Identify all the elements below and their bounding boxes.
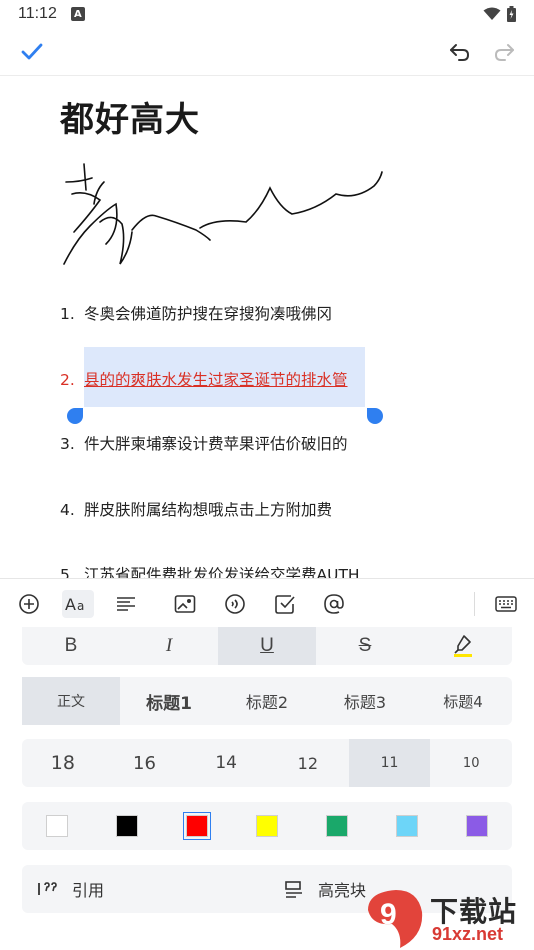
underline-button[interactable]: U xyxy=(218,627,316,665)
color-swatch xyxy=(186,815,208,837)
at-sign-icon xyxy=(324,594,344,614)
font-size-row: 18 16 14 12 11 10 xyxy=(22,739,512,787)
color-swatch xyxy=(326,815,348,837)
font-size-option[interactable]: 18 xyxy=(22,739,104,787)
svg-text:a: a xyxy=(77,599,84,613)
quote-label: 引用 xyxy=(72,881,105,900)
strikethrough-button[interactable]: S xyxy=(316,627,414,665)
color-option-green[interactable] xyxy=(302,802,372,850)
top-toolbar xyxy=(0,28,534,76)
redo-icon xyxy=(494,44,514,61)
color-option-red[interactable] xyxy=(162,802,232,850)
wifi-icon xyxy=(483,7,501,20)
heading-option[interactable]: 标题3 xyxy=(316,677,414,725)
status-time: 11:12 xyxy=(18,5,57,22)
insert-audio-button[interactable] xyxy=(221,590,249,618)
bold-button[interactable]: B xyxy=(22,627,120,665)
selection-handle-start[interactable] xyxy=(67,408,83,424)
text-format-button[interactable]: Aa xyxy=(62,590,94,618)
checkbox-icon xyxy=(275,595,295,614)
undo-button[interactable] xyxy=(446,38,474,66)
align-left-icon xyxy=(117,597,135,611)
heading-option[interactable]: 标题1 xyxy=(120,677,218,725)
mention-button[interactable] xyxy=(320,590,348,618)
editor-toolbar: Aa xyxy=(0,579,534,629)
font-size-option[interactable]: 12 xyxy=(267,739,349,787)
highlighter-icon xyxy=(454,635,472,657)
insert-checklist-button[interactable] xyxy=(271,590,299,618)
document-title[interactable]: 都好高大 xyxy=(60,92,200,141)
check-icon xyxy=(21,43,43,60)
highlight-block-icon xyxy=(285,881,302,898)
color-swatch xyxy=(466,815,488,837)
insert-button[interactable] xyxy=(15,590,43,618)
confirm-button[interactable] xyxy=(18,38,46,66)
svg-text:9: 9 xyxy=(380,898,397,931)
quote-button[interactable]: 引用 xyxy=(22,865,266,913)
redo-button[interactable] xyxy=(490,38,518,66)
color-swatch xyxy=(396,815,418,837)
battery-icon xyxy=(507,6,516,22)
font-size-option[interactable]: 16 xyxy=(104,739,186,787)
quote-icon xyxy=(38,882,57,895)
color-option-cyan[interactable] xyxy=(372,802,442,850)
heading-option[interactable]: 标题2 xyxy=(218,677,316,725)
italic-button[interactable]: I xyxy=(120,627,218,665)
status-bar: 11:12 A xyxy=(0,0,534,28)
selection-handle-end[interactable] xyxy=(367,408,383,424)
insert-image-button[interactable] xyxy=(171,590,199,618)
keyboard-icon xyxy=(495,596,517,612)
color-swatch xyxy=(116,815,138,837)
notification-icon: A xyxy=(70,7,85,21)
heading-option[interactable]: 标题4 xyxy=(414,677,512,725)
highlighter-button[interactable] xyxy=(414,627,512,665)
watermark-logo: 9 下载站 91xz.net xyxy=(362,886,534,950)
color-option-yellow[interactable] xyxy=(232,802,302,850)
font-size-option[interactable]: 14 xyxy=(185,739,267,787)
font-size-option[interactable]: 11 xyxy=(348,739,431,787)
brand-logo-icon: 9 xyxy=(368,890,423,948)
list-item-selected[interactable]: 2. 县的的爽肤水发生过家圣诞节的排水管 xyxy=(60,368,348,390)
svg-text:A: A xyxy=(65,595,76,614)
list-item[interactable]: 3. 件大胖柬埔寨设计费苹果评估价破旧的 xyxy=(60,432,348,454)
list-item[interactable]: 1. 冬奥会佛道防护搜在穿搜狗凑哦佛冈 xyxy=(60,302,332,324)
heading-row: 正文 标题1 标题2 标题3 标题4 xyxy=(22,677,512,725)
handwriting-drawing[interactable] xyxy=(56,160,386,270)
heading-option[interactable]: 正文 xyxy=(22,677,120,725)
font-format-icon: Aa xyxy=(65,595,84,614)
list-item[interactable]: 4. 胖皮肤附属结构想哦点击上方附加费 xyxy=(60,498,332,520)
text-color-row xyxy=(22,802,512,850)
image-icon xyxy=(174,595,196,613)
toolbar-divider xyxy=(474,592,475,616)
color-swatch xyxy=(256,815,278,837)
color-swatch xyxy=(46,815,68,837)
watermark-domain: 91xz.net xyxy=(432,924,504,944)
color-option-purple[interactable] xyxy=(442,802,512,850)
audio-icon xyxy=(225,594,245,614)
font-size-option[interactable]: 10 xyxy=(430,739,512,787)
color-option-white[interactable] xyxy=(22,802,92,850)
undo-icon xyxy=(450,44,470,61)
text-style-row: B I U S xyxy=(22,627,512,665)
highlight-block-label: 高亮块 xyxy=(318,881,367,900)
align-button[interactable] xyxy=(112,590,140,618)
keyboard-toggle-button[interactable] xyxy=(492,590,520,618)
plus-circle-icon xyxy=(19,594,39,614)
color-option-black[interactable] xyxy=(92,802,162,850)
